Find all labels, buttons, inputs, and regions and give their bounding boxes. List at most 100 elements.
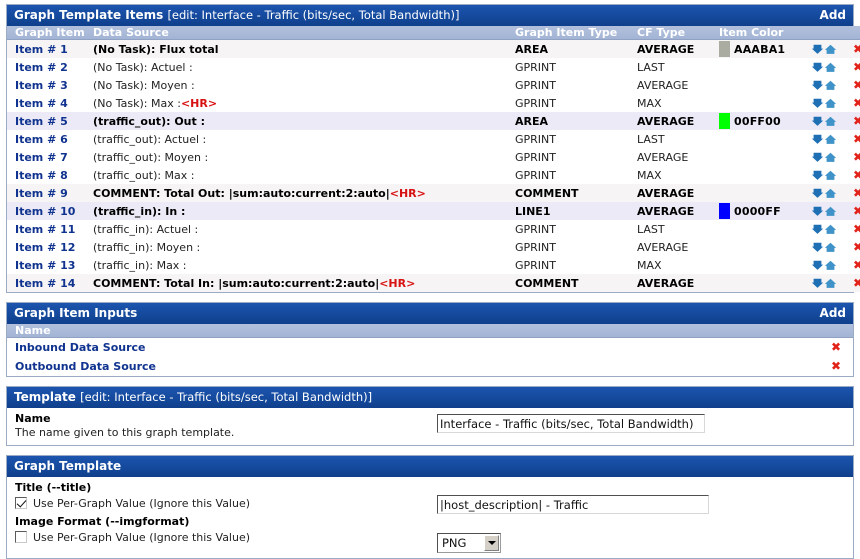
delete-x-icon[interactable]: ✖: [853, 240, 860, 254]
arrow-down-icon[interactable]: [811, 115, 824, 128]
data-source-text: (No Task): Max :: [93, 96, 181, 110]
graph-item-type-text: GPRINT: [515, 258, 556, 272]
arrow-down-icon[interactable]: [811, 61, 824, 74]
delete-cell: ✖: [853, 58, 860, 76]
delete-x-icon[interactable]: ✖: [853, 258, 860, 272]
add-graph-template-item-link[interactable]: Add: [808, 8, 846, 22]
graph-item-input-link[interactable]: Inbound Data Source: [15, 341, 146, 354]
arrow-up-icon[interactable]: [824, 277, 837, 290]
arrow-down-icon[interactable]: [811, 169, 824, 182]
image-format-select[interactable]: PNG: [437, 532, 501, 553]
graph-item-link[interactable]: Item # 9: [15, 187, 68, 200]
graph-item-link[interactable]: Item # 11: [15, 223, 75, 236]
arrow-down-icon[interactable]: [811, 205, 824, 218]
graph-item-link[interactable]: Item # 8: [15, 169, 68, 182]
arrow-up-icon[interactable]: [824, 259, 837, 272]
graph-item-input-link[interactable]: Outbound Data Source: [15, 360, 156, 373]
graph-item-link[interactable]: Item # 12: [15, 241, 75, 254]
graph-item-link[interactable]: Item # 7: [15, 151, 68, 164]
delete-x-icon[interactable]: ✖: [853, 186, 860, 200]
graph-item-link[interactable]: Item # 2: [15, 61, 68, 74]
data-source-cell: (traffic_out): Out :: [93, 112, 515, 130]
delete-x-icon[interactable]: ✖: [853, 42, 860, 56]
delete-x-icon[interactable]: ✖: [853, 204, 860, 218]
arrow-down-icon[interactable]: [811, 241, 824, 254]
graph-item-link[interactable]: Item # 5: [15, 115, 68, 128]
color-hex-label: AAABA1: [734, 42, 786, 56]
graph-item-link[interactable]: Item # 4: [15, 97, 68, 110]
arrow-down-icon[interactable]: [811, 79, 824, 92]
arrow-up-icon[interactable]: [824, 151, 837, 164]
item-color-cell: [719, 76, 811, 94]
cf-type-cell: LAST: [637, 220, 719, 238]
graph-template-field-row: Title (--title) Use Per-Graph Value (Igno…: [7, 480, 853, 514]
graph-item-link[interactable]: Item # 14: [15, 277, 75, 290]
move-cell: [811, 148, 853, 166]
item-cell: Item # 4: [7, 94, 93, 112]
use-per-graph-value-checkbox[interactable]: [15, 531, 27, 543]
arrow-down-icon[interactable]: [811, 43, 824, 56]
cf-type-text: LAST: [637, 132, 665, 146]
arrow-up-icon[interactable]: [824, 43, 837, 56]
arrow-up-icon[interactable]: [824, 61, 837, 74]
delete-x-icon[interactable]: ✖: [853, 222, 860, 236]
use-per-graph-value-checkbox[interactable]: [15, 497, 27, 509]
graph-item-type-text: GPRINT: [515, 78, 556, 92]
graph-item-link[interactable]: Item # 6: [15, 133, 68, 146]
add-graph-item-input-link[interactable]: Add: [808, 306, 846, 320]
delete-x-icon[interactable]: ✖: [831, 340, 841, 354]
arrow-down-icon[interactable]: [811, 223, 824, 236]
delete-cell: ✖: [853, 202, 860, 220]
data-source-text: (No Task): Moyen :: [93, 78, 195, 92]
arrow-up-icon[interactable]: [824, 205, 837, 218]
delete-x-icon[interactable]: ✖: [853, 60, 860, 74]
arrow-down-icon[interactable]: [811, 259, 824, 272]
field-labels: Image Format (--imgformat) Use Per-Graph …: [7, 515, 437, 544]
item-color-cell: 0000FF: [719, 202, 811, 220]
graph-item-link[interactable]: Item # 1: [15, 43, 68, 56]
delete-x-icon[interactable]: ✖: [853, 132, 860, 146]
item-cell: Item # 11: [7, 220, 93, 238]
data-source-cell: (traffic_out): Moyen :: [93, 148, 515, 166]
delete-x-icon[interactable]: ✖: [853, 168, 860, 182]
item-cell: Item # 10: [7, 202, 93, 220]
delete-x-icon[interactable]: ✖: [831, 359, 841, 373]
graph-item-link[interactable]: Item # 13: [15, 259, 75, 272]
arrow-up-icon[interactable]: [824, 241, 837, 254]
inputs-body: Inbound Data Source ✖ Outbound Data Source…: [7, 337, 853, 376]
arrow-down-icon[interactable]: [811, 277, 824, 290]
graph-item-type-cell: GPRINT: [515, 76, 637, 94]
title-input[interactable]: |host_description| - Traffic: [437, 494, 709, 514]
delete-x-icon[interactable]: ✖: [853, 96, 860, 110]
chevron-down-icon[interactable]: [484, 534, 499, 551]
graph-item-type-cell: AREA: [515, 40, 637, 59]
graph-item-type-cell: GPRINT: [515, 148, 637, 166]
item-color-cell: [719, 148, 811, 166]
column-header-name: Name: [15, 324, 51, 337]
arrow-up-icon[interactable]: [824, 133, 837, 146]
graph-item-link[interactable]: Item # 3: [15, 79, 68, 92]
arrow-down-icon[interactable]: [811, 133, 824, 146]
delete-x-icon[interactable]: ✖: [853, 276, 860, 290]
arrow-down-icon[interactable]: [811, 151, 824, 164]
arrow-up-icon[interactable]: [824, 79, 837, 92]
arrow-up-icon[interactable]: [824, 223, 837, 236]
delete-x-icon[interactable]: ✖: [853, 78, 860, 92]
delete-x-icon[interactable]: ✖: [853, 114, 860, 128]
arrow-up-icon[interactable]: [824, 97, 837, 110]
arrow-down-icon[interactable]: [811, 187, 824, 200]
graph-item-type-cell: LINE1: [515, 202, 637, 220]
graph-item-link[interactable]: Item # 10: [15, 205, 75, 218]
graph-item-inputs-title: Graph Item Inputs: [14, 306, 138, 320]
template-name-input[interactable]: Interface - Traffic (bits/sec, Total Ban…: [437, 413, 705, 433]
arrow-up-icon[interactable]: [824, 115, 837, 128]
table-row: Item # 12 (traffic_in): Moyen : GPRINT AVER…: [7, 238, 860, 256]
graph-item-type-cell: GPRINT: [515, 94, 637, 112]
arrow-down-icon[interactable]: [811, 97, 824, 110]
graph-item-type-cell: GPRINT: [515, 166, 637, 184]
arrow-up-icon[interactable]: [824, 169, 837, 182]
color-swatch: [719, 113, 730, 129]
delete-x-icon[interactable]: ✖: [853, 150, 860, 164]
arrow-up-icon[interactable]: [824, 187, 837, 200]
move-cell: [811, 274, 853, 292]
